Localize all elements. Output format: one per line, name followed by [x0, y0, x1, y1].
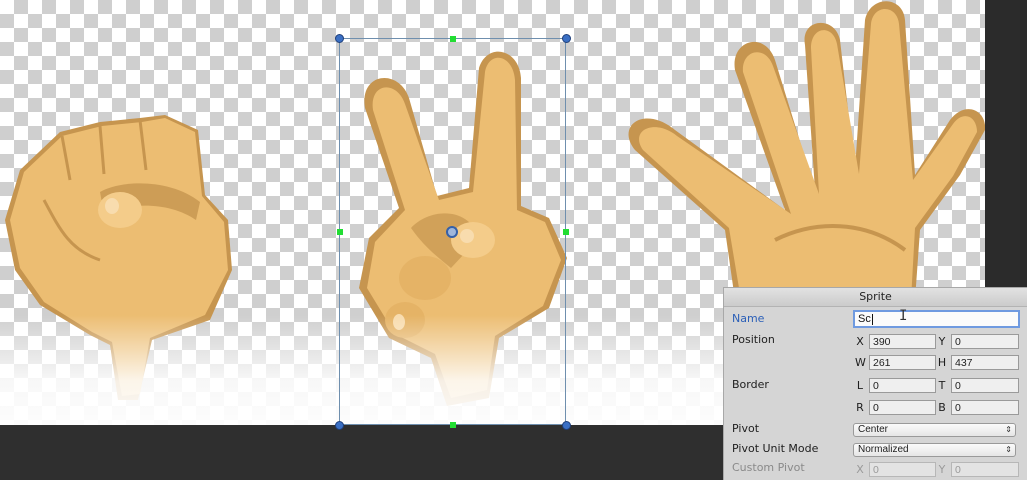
- pivot-handle[interactable]: [446, 226, 458, 238]
- pivot-select-value: Center: [858, 424, 889, 435]
- position-x-field[interactable]: 390: [869, 334, 936, 349]
- resize-handle-top[interactable]: [450, 36, 456, 42]
- resize-handle-top-left[interactable]: [335, 34, 344, 43]
- custom-pivot-y-field: 0: [951, 462, 1019, 477]
- resize-handle-right[interactable]: [563, 229, 569, 235]
- name-input[interactable]: Sc: [853, 310, 1020, 328]
- resize-handle-top-right[interactable]: [562, 34, 571, 43]
- custom-pivot-label: Custom Pivot: [732, 461, 805, 474]
- pivot-select[interactable]: Center ⇕: [853, 423, 1016, 437]
- open-hand-sprite: [628, 1, 985, 300]
- sprite-properties-panel: Sprite Name Sc I Position X 390 Y 0 W 26…: [723, 287, 1027, 480]
- border-l-axis-label: L: [856, 379, 864, 392]
- pivot-unit-mode-label: Pivot Unit Mode: [732, 442, 819, 455]
- resize-handle-bottom-right[interactable]: [562, 421, 571, 430]
- custom-pivot-y-axis-label: Y: [938, 463, 946, 476]
- name-label: Name: [732, 312, 765, 325]
- border-r-axis-label: R: [856, 401, 864, 414]
- border-b-field[interactable]: 0: [951, 400, 1019, 415]
- dropdown-arrow-icon: ⇕: [1005, 425, 1012, 434]
- name-input-value: Sc: [858, 313, 871, 325]
- panel-title: Sprite: [724, 288, 1027, 307]
- position-label: Position: [732, 333, 775, 346]
- pivot-label: Pivot: [732, 422, 760, 435]
- ibeam-cursor-icon: I: [899, 308, 908, 324]
- resize-handle-left[interactable]: [337, 229, 343, 235]
- border-r-field[interactable]: 0: [869, 400, 936, 415]
- resize-handle-bottom[interactable]: [450, 422, 456, 428]
- custom-pivot-x-axis-label: X: [856, 463, 864, 476]
- border-b-axis-label: B: [938, 401, 946, 414]
- position-x-axis-label: X: [856, 335, 864, 348]
- border-label: Border: [732, 378, 769, 391]
- position-h-axis-label: H: [937, 356, 947, 369]
- custom-pivot-x-field: 0: [869, 462, 936, 477]
- border-l-field[interactable]: 0: [869, 378, 936, 393]
- dropdown-arrow-icon: ⇕: [1005, 445, 1012, 454]
- pivot-unit-mode-value: Normalized: [858, 444, 909, 455]
- border-t-axis-label: T: [938, 379, 946, 392]
- position-w-axis-label: W: [855, 356, 866, 369]
- position-y-axis-label: Y: [938, 335, 946, 348]
- position-w-field[interactable]: 261: [869, 355, 936, 370]
- position-y-field[interactable]: 0: [951, 334, 1019, 349]
- position-h-field[interactable]: 437: [951, 355, 1019, 370]
- resize-handle-bottom-left[interactable]: [335, 421, 344, 430]
- border-t-field[interactable]: 0: [951, 378, 1019, 393]
- text-caret: [871, 313, 873, 325]
- pivot-unit-mode-select[interactable]: Normalized ⇕: [853, 443, 1016, 457]
